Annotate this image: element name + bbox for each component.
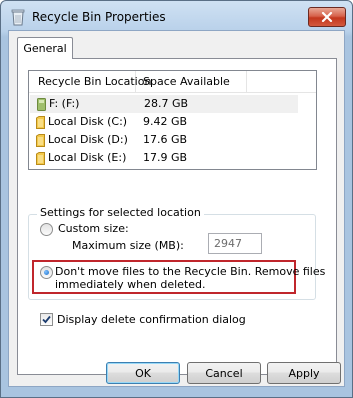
list-item[interactable]: Local Disk (E:) 17.9 GB	[29, 149, 316, 167]
max-size-label: Maximum size (MB):	[72, 239, 184, 252]
column-header-location[interactable]: Recycle Bin Location	[29, 71, 151, 93]
removable-drive-icon	[37, 98, 46, 111]
location-name: Local Disk (D:)	[48, 133, 128, 146]
space-available: 9.42 GB	[143, 115, 188, 128]
dont-move-files-radio[interactable]	[40, 266, 53, 279]
dont-move-files-label[interactable]: Don't move files to the Recycle Bin. Rem…	[55, 265, 325, 278]
folder-drive-icon	[36, 116, 45, 129]
custom-size-radio[interactable]	[40, 223, 53, 236]
list-item[interactable]: F: (F:) 28.7 GB	[30, 95, 298, 113]
check-icon	[42, 315, 51, 324]
window-title: Recycle Bin Properties	[32, 10, 166, 24]
custom-size-label[interactable]: Custom size:	[58, 222, 129, 235]
recycle-bin-location-list[interactable]: Recycle Bin Location Space Available F: …	[28, 70, 317, 170]
radio-selected-dot	[44, 270, 49, 275]
location-name: Local Disk (E:)	[48, 151, 127, 164]
dont-move-files-label-line2[interactable]: immediately when deleted.	[55, 278, 206, 291]
space-available: 17.6 GB	[143, 133, 188, 146]
close-icon	[321, 12, 333, 22]
settings-group-label: Settings for selected location	[37, 206, 204, 219]
confirm-dialog-checkbox[interactable]	[40, 313, 53, 326]
space-available: 28.7 GB	[144, 97, 189, 110]
folder-drive-icon	[36, 134, 45, 147]
location-name: F: (F:)	[49, 97, 80, 110]
list-item[interactable]: Local Disk (D:) 17.6 GB	[29, 131, 316, 149]
list-header: Recycle Bin Location Space Available	[29, 71, 316, 93]
close-button[interactable]	[308, 7, 346, 27]
apply-button[interactable]: Apply	[267, 362, 341, 384]
confirm-dialog-label[interactable]: Display delete confirmation dialog	[57, 313, 246, 326]
max-size-input[interactable]: 2947	[208, 233, 262, 254]
tab-general-label: General	[23, 42, 67, 55]
column-header-space[interactable]: Space Available	[137, 71, 247, 93]
list-item[interactable]: Local Disk (C:) 9.42 GB	[29, 113, 316, 131]
recycle-bin-icon	[11, 9, 25, 26]
cancel-button[interactable]: Cancel	[187, 362, 261, 384]
location-name: Local Disk (C:)	[48, 115, 128, 128]
tab-general[interactable]: General	[17, 37, 73, 59]
general-tab-panel: Recycle Bin Location Space Available F: …	[17, 58, 337, 375]
space-available: 17.9 GB	[143, 151, 188, 164]
list-rows: F: (F:) 28.7 GB Local Disk (C:) 9.42 GB	[29, 95, 316, 167]
ok-button[interactable]: OK	[106, 362, 180, 384]
folder-drive-icon	[36, 152, 45, 165]
dialog-client-area: General Recycle Bin Location Space Avail…	[8, 30, 345, 387]
recycle-bin-properties-window: Recycle Bin Properties General Recycle B…	[0, 0, 353, 398]
